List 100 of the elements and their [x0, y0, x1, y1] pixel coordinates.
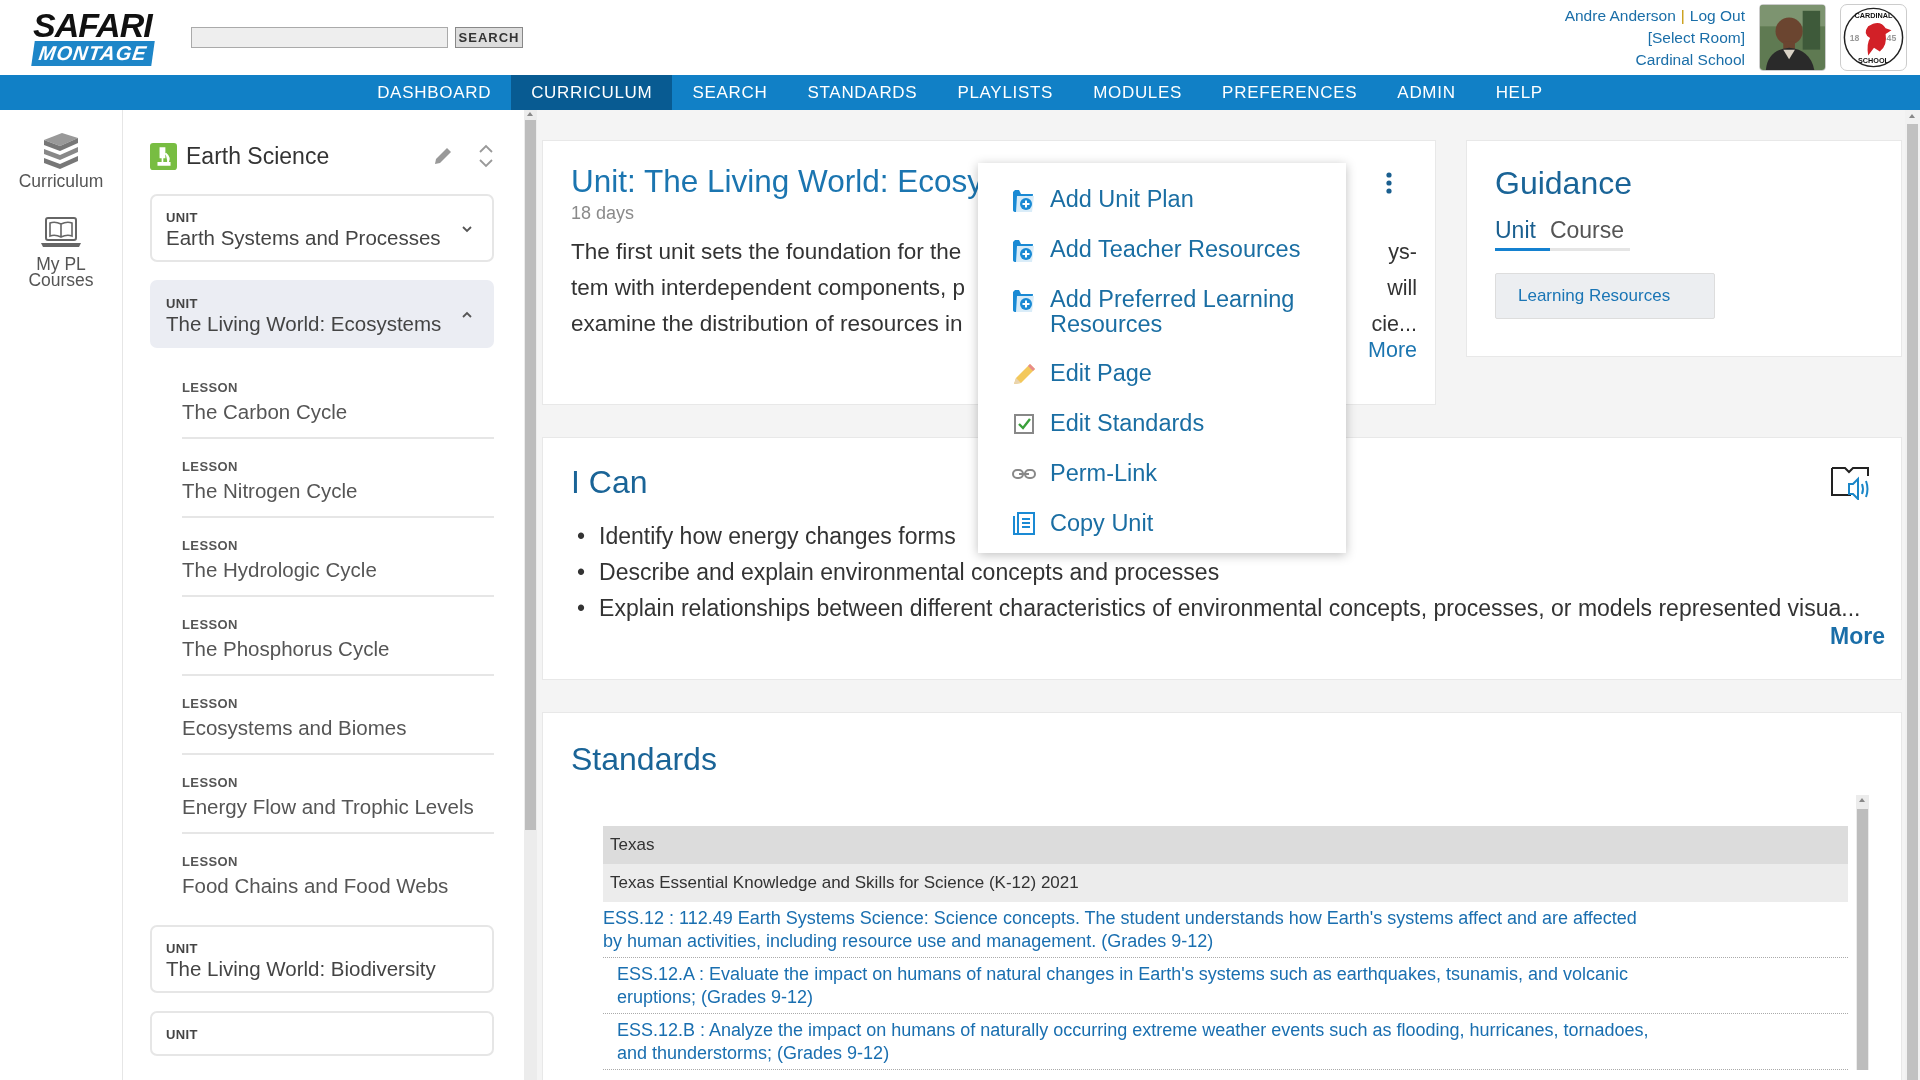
unit-title: The Living World: Biodiversity	[166, 957, 437, 980]
description-text: examine the distribution of resources in	[571, 310, 963, 338]
standard-link[interactable]: ESS.12 : 112.49 Earth Systems Science: Science concepts. The student understands how Earth's systems affect and are affected by human activities, including resource use and management. (Grades 9-12)	[603, 907, 1648, 953]
lesson-item[interactable]: LESSON The Hydrologic Cycle	[182, 518, 494, 597]
bullet: •	[577, 558, 586, 587]
lesson-item[interactable]: LESSON Ecosystems and Biomes	[182, 676, 494, 755]
nav-tab[interactable]: SEARCH	[672, 75, 788, 110]
list-item: Explain relationships between different characteristics of environmental concepts, processes, or models represented visua...	[599, 594, 1861, 623]
nav-tab[interactable]: PLAYLISTS	[937, 75, 1074, 110]
menu-item[interactable]: Add Preferred Learning Resources	[1011, 287, 1346, 337]
logo-banner: MONTAGE	[31, 41, 155, 66]
unit-label: UNIT	[166, 940, 199, 957]
nav-tab[interactable]: STANDARDS	[787, 75, 938, 110]
standard-link[interactable]: ESS.12.B : Analyze the impact on humans of naturally occurring extreme weather events such as flooding, hurricanes, tornadoes, and thunderstorms; (Grades 9-12)	[617, 1019, 1662, 1065]
sort-icon[interactable]	[478, 143, 494, 169]
pencil-icon	[1011, 361, 1037, 387]
card-title: Guidance	[1495, 164, 1632, 203]
guidance-tab[interactable]: Unit	[1495, 215, 1550, 251]
rail-link[interactable]: Curriculum	[16, 173, 106, 189]
menu-item[interactable]: Edit Standards	[1011, 411, 1205, 437]
unit-card[interactable]: UNIT	[150, 1011, 494, 1056]
chevron-up-icon[interactable]	[460, 310, 474, 320]
guidance-tab[interactable]: Course	[1549, 215, 1631, 251]
table-header-row: Texas	[603, 826, 1848, 864]
more-link[interactable]: More	[1368, 338, 1417, 363]
menu-item[interactable]: Edit Page	[1011, 361, 1152, 387]
chevron-down-icon[interactable]	[460, 224, 474, 234]
duration-text: 18 days	[571, 203, 635, 224]
search-button[interactable]: SEARCH	[455, 27, 523, 48]
search-field[interactable]	[191, 27, 448, 48]
lesson-item[interactable]: LESSON The Phosphorus Cycle	[182, 597, 494, 676]
folder-plus-icon	[1011, 237, 1037, 263]
description-text: cie...	[1371, 311, 1417, 338]
lesson-title: The Hydrologic Cycle	[182, 558, 378, 581]
checkbox-icon	[1011, 411, 1037, 437]
description-text: tem with interdependent components, p	[571, 274, 965, 302]
unit-title: The Living World: Ecosystems	[166, 312, 443, 335]
nav-tab[interactable]: ADMIN	[1377, 75, 1476, 110]
menu-item[interactable]: Copy Unit	[1011, 511, 1154, 537]
nav-tab[interactable]: DASHBOARD	[357, 75, 512, 110]
lesson-label: LESSON	[182, 695, 239, 712]
lesson-label: LESSON	[182, 616, 239, 633]
description-text: ys-	[1388, 239, 1417, 266]
user-name-link[interactable]: Andre Anderson	[1564, 4, 1676, 27]
lesson-item[interactable]: LESSON Energy Flow and Trophic Levels	[182, 755, 494, 834]
list-item: Identify how energy changes forms	[599, 522, 956, 551]
more-options-icon[interactable]	[1385, 171, 1393, 195]
table-subheader-row: Texas Essential Knowledge and Skills for Science (K-12) 2021	[603, 864, 1848, 902]
scrollbar[interactable]	[1856, 795, 1869, 1070]
lesson-item[interactable]: LESSON The Carbon Cycle	[182, 360, 494, 439]
unit-card[interactable]: UNIT The Living World: Biodiversity	[150, 925, 494, 993]
select-room-link[interactable]: [Select Room]	[1647, 26, 1745, 49]
course-title: Earth Science	[186, 142, 331, 170]
nav-tab[interactable]: CURRICULUM	[511, 75, 673, 110]
rail-link[interactable]: My PL Courses	[16, 256, 106, 288]
copy-icon	[1011, 511, 1037, 537]
microscope-icon	[150, 142, 177, 170]
list-item: Describe and explain environmental concepts and processes	[599, 558, 1220, 587]
separator: |	[1680, 5, 1685, 26]
lesson-label: LESSON	[182, 774, 239, 791]
nav-tab[interactable]: PREFERENCES	[1202, 75, 1378, 110]
lesson-label: LESSON	[182, 853, 239, 870]
lesson-label: LESSON	[182, 537, 239, 554]
lesson-item[interactable]: LESSON Food Chains and Food Webs	[182, 834, 494, 911]
card-title: Standards	[571, 740, 717, 779]
standard-link[interactable]: ESS.12.A : Evaluate the impact on humans of natural changes in Earth's systems such as earthquakes, tsunamis, and volcanic eruptions; (Grades 9-12)	[617, 963, 1662, 1009]
scrollbar[interactable]	[524, 110, 537, 1080]
menu-item[interactable]: Add Unit Plan	[1011, 187, 1194, 213]
scrollbar[interactable]	[1907, 124, 1918, 1080]
description-text: will	[1387, 275, 1417, 302]
description-text: The first unit sets the foundation for the	[571, 238, 962, 266]
school-name: Cardinal School	[1635, 49, 1745, 70]
lesson-title: The Nitrogen Cycle	[182, 479, 359, 502]
unit-card[interactable]: UNIT The Living World: Ecosystems	[150, 280, 494, 348]
unit-card[interactable]: UNIT Earth Systems and Processes	[150, 194, 494, 262]
lesson-label: LESSON	[182, 458, 239, 475]
logo-text: 18	[1849, 32, 1860, 43]
unit-label: UNIT	[166, 209, 199, 226]
nav-tab[interactable]: MODULES	[1073, 75, 1203, 110]
menu-item[interactable]: Add Teacher Resources	[1011, 237, 1301, 263]
bullet: •	[577, 522, 586, 551]
log-out-link[interactable]: Log Out	[1689, 4, 1745, 27]
folder-plus-icon	[1011, 187, 1037, 213]
lesson-label: LESSON	[182, 379, 239, 396]
unit-label: UNIT	[166, 295, 199, 312]
more-link[interactable]: More	[1830, 623, 1885, 650]
menu-item[interactable]: Perm-Link	[1011, 461, 1158, 487]
logo-wordmark: SAFARI	[33, 9, 152, 41]
lesson-title: The Phosphorus Cycle	[182, 637, 391, 660]
folder-plus-icon	[1011, 287, 1037, 313]
unit-label: UNIT	[166, 1026, 199, 1043]
learning-resources-button[interactable]: Learning Resources	[1495, 273, 1715, 319]
unit-title: Unit: The Living World: Ecosy	[571, 162, 983, 201]
logo-text: 45	[1886, 32, 1897, 43]
lesson-title: Ecosystems and Biomes	[182, 716, 408, 739]
unit-title: Earth Systems and Processes	[166, 226, 442, 249]
lesson-item[interactable]: LESSON The Nitrogen Cycle	[182, 439, 494, 518]
pencil-icon[interactable]	[432, 145, 454, 167]
nav-tab[interactable]: HELP	[1475, 75, 1563, 110]
lesson-title: Food Chains and Food Webs	[182, 874, 450, 897]
